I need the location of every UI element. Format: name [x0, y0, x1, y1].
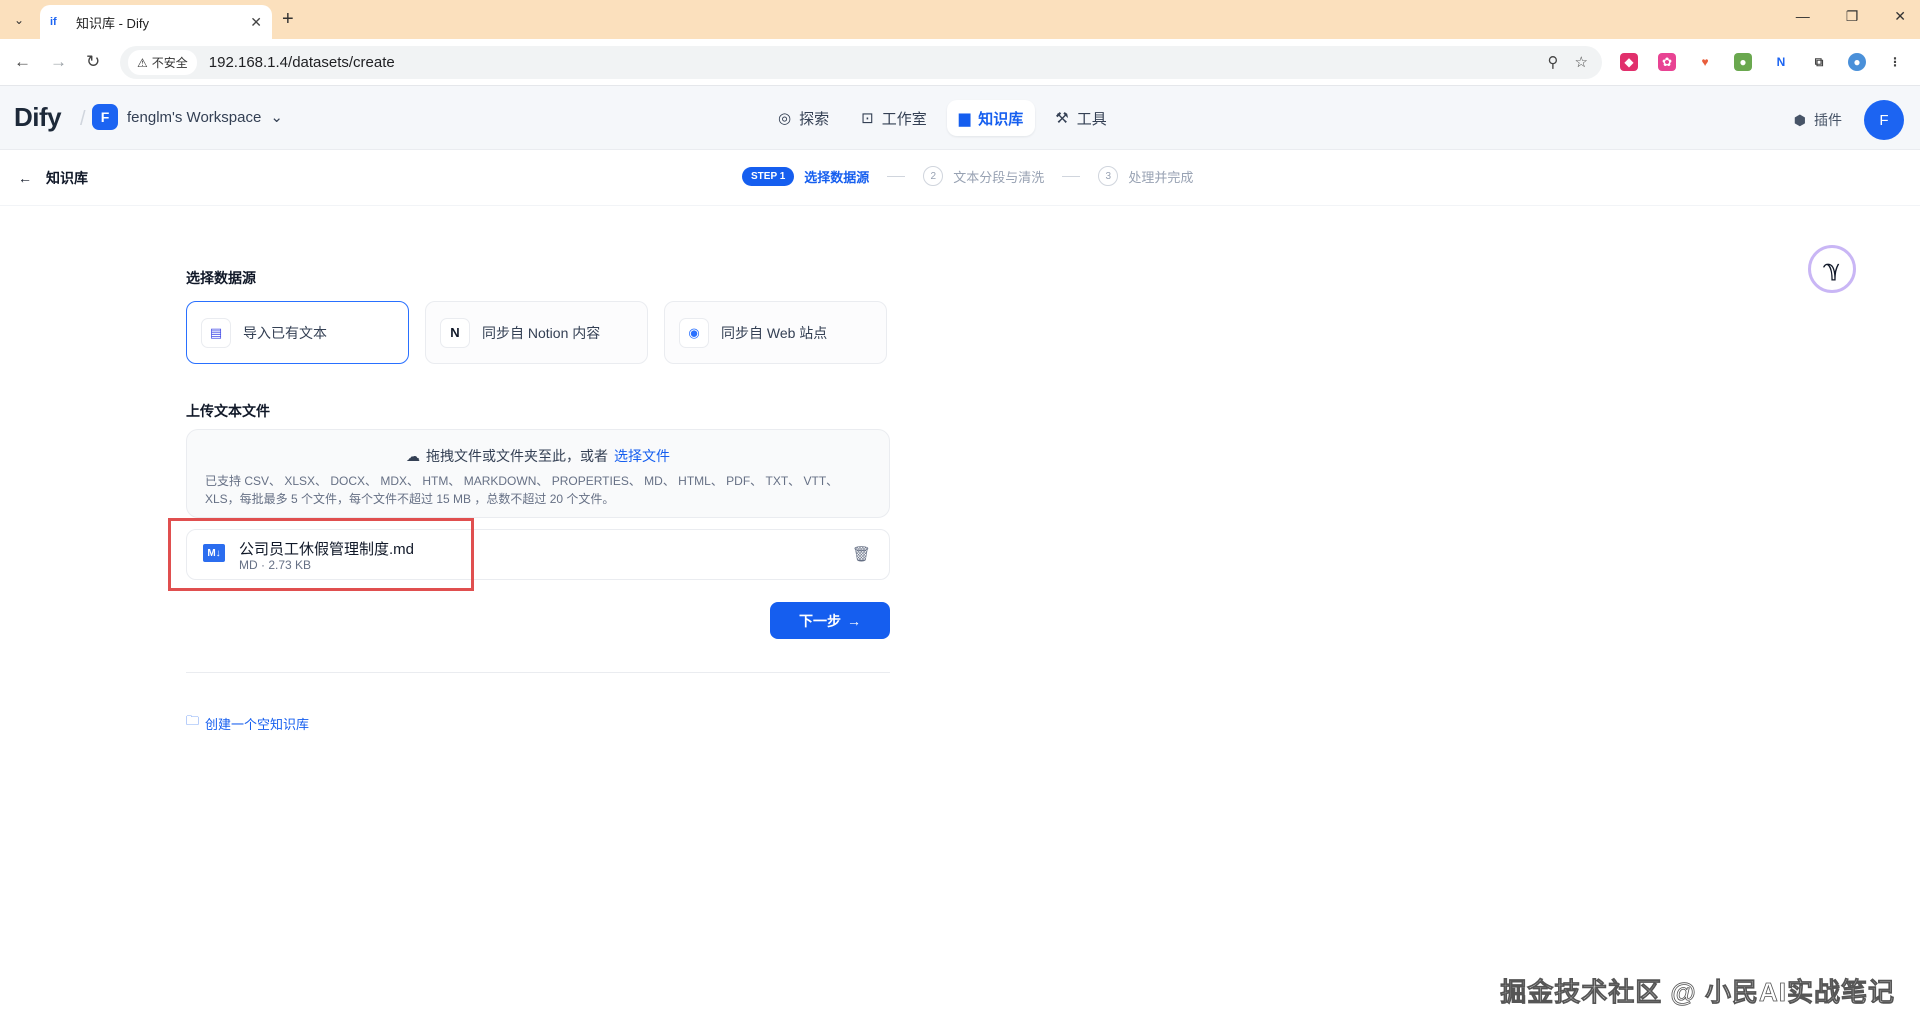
chevron-down-icon: ⌄ [270, 109, 283, 126]
nav-studio-label: 工作室 [881, 110, 927, 128]
stepper: STEP 1 选择数据源 2 文本分段与清洗 3 处理并完成 [742, 166, 1193, 186]
profile-icon[interactable]: ● [1848, 53, 1866, 71]
divider [186, 672, 890, 673]
new-tab-icon[interactable]: + [282, 8, 294, 31]
dify-favicon-icon: if [50, 16, 57, 28]
back-arrow-icon[interactable]: ← [14, 52, 31, 72]
step3-number: 3 [1098, 166, 1119, 186]
back-label: 知识库 [46, 170, 88, 186]
zoom-icon[interactable]: ⚲ [1548, 53, 1559, 71]
bookmark-star-icon[interactable]: ☆ [1575, 53, 1588, 71]
warning-icon: ⚠ [137, 55, 148, 70]
extensions-icon[interactable]: ⧉ [1810, 53, 1828, 71]
nav-explore[interactable]: ◎ 探索 [766, 100, 841, 136]
tab-search-icon[interactable]: ⌄ [8, 9, 30, 31]
nav-knowledge[interactable]: ▆ 知识库 [946, 100, 1036, 136]
plugin-button[interactable]: ⬢ 插件 [1794, 110, 1842, 130]
step1-badge: STEP 1 [742, 166, 795, 186]
browser-toolbar: ← → ↻ ⚠ 不安全 192.168.1.4/datasets/create … [0, 39, 1920, 86]
cube-icon: ⬢ [1793, 111, 1806, 128]
arrow-left-icon: ← [18, 170, 32, 186]
create-empty-knowledge-link[interactable]: 🗀 创建一个空知识库 [186, 712, 309, 734]
select-file-link[interactable]: 选择文件 [614, 446, 670, 466]
step2-label: 文本分段与清洗 [953, 169, 1045, 185]
window-controls: — ❐ ✕ [1796, 8, 1906, 25]
step2-number: 2 [923, 166, 944, 186]
url-text[interactable]: 192.168.1.4/datasets/create [209, 54, 395, 71]
source-notion[interactable]: N 同步自 Notion 内容 [425, 301, 648, 364]
workspace-avatar: F [92, 104, 118, 130]
file-dropzone[interactable]: ☁ 拖拽文件或文件夹至此，或者 选择文件 已支持 CSV、 XLSX、 DOCX… [186, 429, 890, 518]
browser-tab[interactable]: if 知识库 - Dify ✕ [40, 5, 272, 39]
step1-label: 选择数据源 [804, 169, 870, 185]
cloud-upload-icon: ☁ [406, 447, 420, 464]
workspace-selector[interactable]: F fenglm's Workspace ⌄ [92, 104, 283, 130]
compass-icon: ◎ [778, 110, 792, 127]
nav-tools-label: 工具 [1076, 110, 1107, 128]
source-options: ▤ 导入已有文本 N 同步自 Notion 内容 ◉ 同步自 Web 站点 [186, 301, 887, 364]
folder-icon: 🗀 [186, 713, 200, 728]
source-label: 同步自 Web 站点 [721, 324, 828, 341]
workspace-name: fenglm's Workspace [127, 108, 262, 126]
insecure-label: 不安全 [151, 56, 188, 70]
back-to-knowledge-button[interactable]: ← 知识库 [18, 168, 88, 188]
source-section-title: 选择数据源 [186, 270, 256, 286]
watermark-text: 掘金技术社区 @ 小民AI实战笔记 [1500, 977, 1895, 1008]
extension-shield-icon[interactable]: ◆ [1620, 53, 1638, 71]
next-step-button[interactable]: 下一步 → [770, 602, 890, 639]
source-label: 同步自 Notion 内容 [482, 324, 601, 341]
tool-icon: ⚒ [1055, 110, 1069, 127]
source-web[interactable]: ◉ 同步自 Web 站点 [664, 301, 887, 364]
assistant-float-icon[interactable]: ℽ [1808, 245, 1856, 293]
next-step-label: 下一步 [799, 612, 841, 629]
address-bar[interactable]: ⚠ 不安全 192.168.1.4/datasets/create ⚲ ☆ [120, 46, 1602, 79]
tab-title: 知识库 - Dify [76, 15, 149, 31]
restore-icon[interactable]: ❐ [1846, 8, 1859, 25]
extension-puzzle-icon[interactable]: ✿ [1658, 53, 1676, 71]
header-right: ⬢ 插件 F [1794, 100, 1904, 140]
dropzone-hint: 已支持 CSV、 XLSX、 DOCX、 MDX、 HTM、 MARKDOWN、… [205, 474, 839, 506]
security-chip[interactable]: ⚠ 不安全 [128, 50, 197, 75]
book-icon: ▆ [958, 110, 971, 127]
tab-close-icon[interactable]: ✕ [250, 14, 262, 31]
dropzone-text: 拖拽文件或文件夹至此，或者 [426, 448, 608, 464]
minimize-icon[interactable]: — [1796, 8, 1810, 25]
annotation-highlight-box [168, 518, 474, 591]
step3-label: 处理并完成 [1128, 169, 1194, 185]
app-header: Dify / F fenglm's Workspace ⌄ ◎ 探索 ⊡ 工作室… [0, 86, 1920, 150]
empty-kb-label: 创建一个空知识库 [205, 716, 310, 732]
reload-icon[interactable]: ↻ [86, 52, 100, 72]
step-divider [1062, 175, 1081, 177]
nav-explore-label: 探索 [799, 110, 830, 128]
globe-icon: ◉ [679, 317, 709, 348]
arrow-right-icon: → [847, 612, 861, 629]
source-import-text[interactable]: ▤ 导入已有文本 [186, 301, 409, 364]
trash-icon[interactable]: 🗑 [852, 545, 871, 563]
window-close-icon[interactable]: ✕ [1894, 8, 1906, 25]
browser-menu-icon[interactable]: ⋮ [1886, 53, 1904, 71]
dify-logo[interactable]: Dify [14, 102, 62, 133]
nav-knowledge-label: 知识库 [978, 110, 1024, 128]
robot-icon: ⊡ [861, 110, 874, 127]
plugin-label: 插件 [1814, 112, 1842, 128]
file-text-icon: ▤ [201, 317, 231, 348]
create-dataset-subheader: ← 知识库 STEP 1 选择数据源 2 文本分段与清洗 3 处理并完成 [0, 150, 1920, 206]
notion-icon: N [440, 317, 470, 348]
main-nav: ◎ 探索 ⊡ 工作室 ▆ 知识库 ⚒ 工具 [766, 100, 1119, 136]
forward-arrow-icon[interactable]: → [50, 52, 67, 72]
upload-section-title: 上传文本文件 [186, 403, 270, 419]
extension-n-icon[interactable]: N [1772, 53, 1790, 71]
workspace-separator: / [80, 108, 86, 130]
browser-tabbar: ⌄ if 知识库 - Dify ✕ + — ❐ ✕ [0, 0, 1920, 39]
nav-tools[interactable]: ⚒ 工具 [1043, 100, 1118, 136]
extensions-bar: ◆ ✿ ♥ ● N ⧉ ● ⋮ [1620, 53, 1904, 71]
extension-green-icon[interactable]: ● [1734, 53, 1752, 71]
user-avatar[interactable]: F [1864, 100, 1904, 140]
extension-pin-icon[interactable]: ♥ [1696, 53, 1714, 71]
source-label: 导入已有文本 [243, 324, 327, 341]
nav-studio[interactable]: ⊡ 工作室 [849, 100, 939, 136]
step-divider [887, 175, 906, 177]
